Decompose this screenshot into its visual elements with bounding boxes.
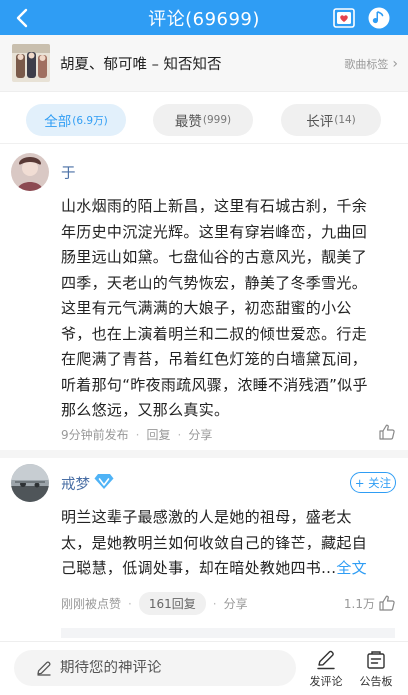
thumbs-up-icon (379, 595, 395, 611)
like-count: 1.1万 (343, 596, 375, 611)
divider (0, 143, 408, 144)
comment-meta: 刚刚被点赞 · 161回复 · 分享 (61, 592, 248, 615)
comment-time: 9分钟前发布 (61, 428, 129, 442)
edit-icon (317, 650, 335, 670)
reply-preview-box (61, 628, 395, 638)
tab-all[interactable]: 全部 (6.9万) (26, 104, 126, 136)
like-button[interactable] (375, 423, 396, 441)
page-title: 评论(69699) (148, 8, 260, 30)
favorite-card-button[interactable] (331, 5, 357, 31)
share-button[interactable]: 分享 (224, 595, 248, 612)
song-info-bar[interactable]: 胡夏、郁可唯 – 知否知否 歌曲标签 › (0, 35, 408, 92)
tab-count: (999) (202, 114, 232, 126)
comment-input[interactable] (60, 660, 290, 676)
chevron-right-icon: › (392, 56, 398, 72)
comment-line: 四季，天老山的气势恢宏，静美了冬季雪光。 (61, 273, 368, 292)
vip-diamond-icon (94, 474, 114, 489)
comment-line: 山水烟雨的陌上新昌，这里有石城古刹，千余 (61, 197, 368, 215)
like-button[interactable]: 1.1万 (344, 594, 396, 612)
tab-count: (14) (334, 114, 356, 126)
write-comment-label: 发评论 (309, 675, 343, 688)
bottom-bar: 发评论 公告板 (0, 641, 408, 695)
tab-count: (6.9万) (72, 114, 108, 127)
comment-username[interactable]: 戒梦 (61, 473, 90, 494)
comment-username[interactable]: 于 (61, 162, 76, 183)
tab-label: 长评 (306, 114, 334, 130)
notice-board-label: 公告板 (359, 675, 393, 688)
comment-line: 在爬满了青苔，吊着红色灯笼的白墙黛瓦间， (61, 350, 368, 368)
comment-text: 山水烟雨的陌上新昌，这里有石城古刹，千余 年历史中沉淀光辉。这里有穿岩峰峦，九曲… (61, 194, 395, 424)
comment-line: 太，是她教明兰如何收敛自己的锋芒，藏起自 (61, 533, 368, 552)
share-button[interactable]: 分享 (188, 426, 212, 443)
comment-line: 明兰这辈子最感激的人是她的祖母，盛老太 (61, 508, 352, 526)
comment-line-text: 己聪慧，低调处事，却在暗处教她四书... (61, 559, 337, 577)
comment-line: 肠里远山如黛。七盘仙谷的古意风光，靓美了 (61, 248, 368, 266)
back-button[interactable] (8, 4, 36, 32)
music-player-button[interactable] (366, 5, 392, 31)
comment-line: 这里有元气满满的大娘子，初恋甜蜜的小公 (61, 299, 352, 317)
write-comment-button[interactable]: 发评论 (306, 649, 346, 689)
reply-count-button[interactable]: 161回复 (138, 592, 206, 615)
thumbs-up-icon (379, 424, 395, 440)
tab-label: 全部 (44, 114, 72, 130)
comment-line: 己聪慧，低调处事，却在暗处教她四书...全文 (61, 556, 395, 582)
comment-filter-tabs: 全部 (6.9万) 最赞 (999) 长评 (14) (0, 104, 408, 136)
comment-time: 刚刚被点赞 (61, 597, 122, 611)
chevron-left-icon (16, 8, 28, 28)
comment-line: 那么悠远，又那么真实。 (61, 401, 230, 419)
tab-top-liked[interactable]: 最赞 (999) (153, 104, 253, 136)
album-cover[interactable] (12, 44, 50, 82)
comment-separator (0, 450, 408, 458)
tab-long-reviews[interactable]: 长评 (14) (281, 104, 381, 136)
comment-line: 爷，也在上演着明兰和二叔的倾世爱恋。行走 (61, 324, 368, 343)
follow-button[interactable]: + 关注 (350, 472, 396, 493)
top-bar: 评论(69699) (0, 0, 408, 35)
comment-meta: 9分钟前发布 · 回复 · 分享 (61, 426, 213, 443)
song-tag-link[interactable]: 歌曲标签 › (344, 56, 398, 72)
notice-board-button[interactable]: 公告板 (356, 649, 396, 689)
song-tag-label: 歌曲标签 (344, 58, 389, 71)
comment-line: 听着那句“昨夜雨疏风骤，浓睡不消残酒”似乎 (61, 375, 368, 394)
favorite-card-icon (333, 8, 355, 28)
tab-label: 最赞 (174, 114, 202, 130)
comment-text: 明兰这辈子最感激的人是她的祖母，盛老太 太，是她教明兰如何收敛自己的锋芒，藏起自… (61, 505, 395, 582)
avatar[interactable] (11, 153, 49, 191)
comment-line: 年历史中沉淀光辉。这里有穿岩峰峦，九曲回 (61, 222, 368, 241)
music-note-icon (368, 7, 390, 29)
comment-page: { "header": { "title": "评论(69699)", "bac… (0, 0, 408, 695)
song-title: 胡夏、郁可唯 – 知否知否 (60, 56, 222, 73)
comment-input-box[interactable] (14, 650, 296, 686)
reply-button[interactable]: 回复 (146, 426, 170, 443)
avatar[interactable] (11, 464, 49, 502)
expand-full-text-link[interactable]: 全文 (336, 559, 367, 577)
notice-board-icon (367, 651, 385, 669)
pencil-icon (37, 661, 51, 676)
